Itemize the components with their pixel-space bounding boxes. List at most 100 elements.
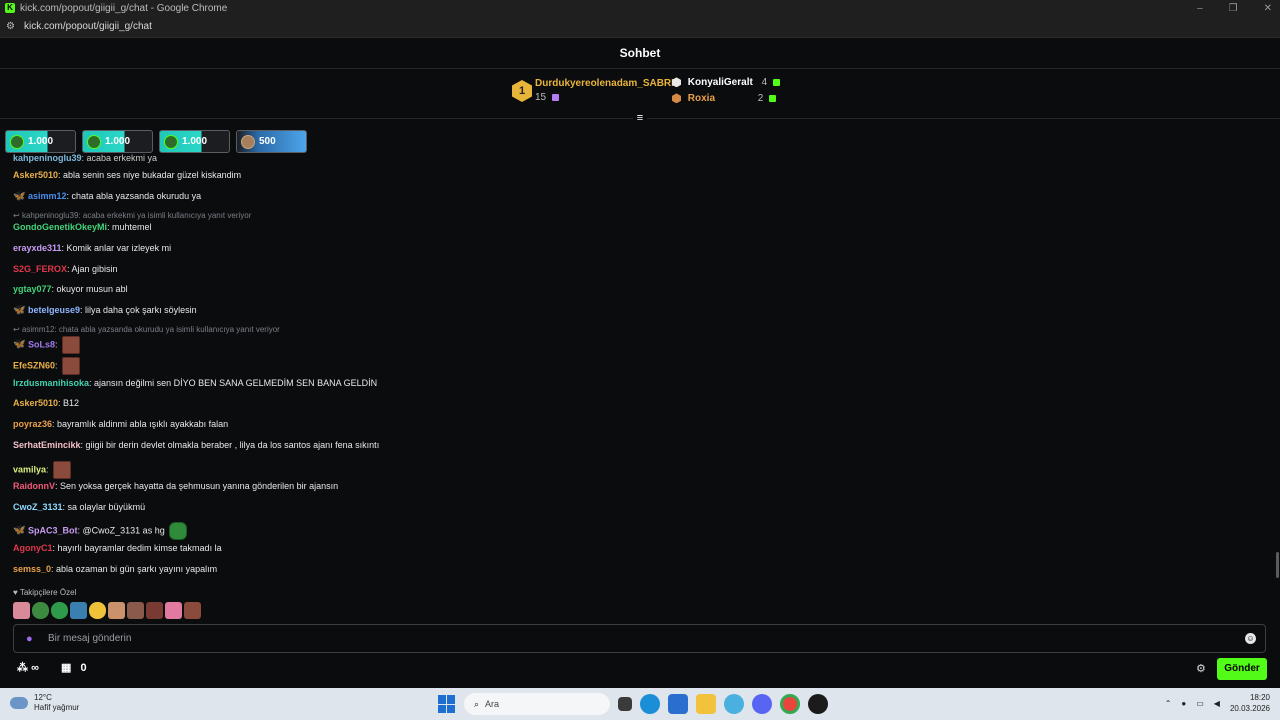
url-text[interactable]: kick.com/popout/giigii_g/chat xyxy=(24,21,152,32)
leader-2-row[interactable]: KonyaliGeralt 4 xyxy=(672,77,780,88)
gift-amount: 1.000 xyxy=(105,136,131,147)
discord-icon[interactable] xyxy=(752,694,772,714)
chat-username[interactable]: EfeSZN60 xyxy=(13,360,55,370)
leaderboard-collapse-icon[interactable]: ≡ xyxy=(633,112,647,124)
chat-username[interactable]: Asker5010 xyxy=(13,170,58,180)
points-value: ∞ xyxy=(31,662,39,674)
kick-logo-icon: K xyxy=(5,3,15,13)
avatar xyxy=(241,134,255,149)
chat-footer: ⁂ ∞ ▦ 0 ⚙ Gönder xyxy=(0,655,1280,685)
chat-username[interactable]: ygtay077 xyxy=(13,284,52,294)
reply-context: ↩ asimm12: chata abla yazsanda okurudu y… xyxy=(13,325,280,334)
chat-input[interactable]: Bir mesaj gönderin xyxy=(48,633,131,644)
emote-frog-icon[interactable] xyxy=(32,602,49,619)
chat-text: : okuyor musun abl xyxy=(51,284,128,294)
chat-message: kahpeninoglu39: acaba erkekmi ya xyxy=(13,153,157,163)
leader-1-name[interactable]: Durdukyereolenadam_SABRI xyxy=(535,78,674,89)
minimize-button[interactable]: – xyxy=(1197,3,1203,14)
chat-username[interactable]: GondoGenetikOkeyMi xyxy=(13,222,107,232)
emote-face-icon[interactable] xyxy=(108,602,125,619)
chat-messages[interactable]: kahpeninoglu39: acaba erkekmi ya Asker50… xyxy=(13,150,1263,620)
taskbar-search[interactable]: ⌕ Ara xyxy=(464,693,610,715)
avatar xyxy=(10,134,24,149)
leader-3-count: 2 xyxy=(757,93,764,104)
chrome-icon[interactable] xyxy=(780,694,800,714)
emote-icon[interactable] xyxy=(165,602,182,619)
emote-face-icon[interactable] xyxy=(184,602,201,619)
network-icon[interactable]: ▭ xyxy=(1196,699,1204,708)
chat-text: : abla senin ses niye bukadar güzel kisk… xyxy=(58,170,242,180)
chat-username[interactable]: asimm12 xyxy=(28,191,67,201)
channel-points[interactable]: ⁂ ∞ xyxy=(17,661,39,674)
reply-arrow-icon: ↩ xyxy=(13,325,22,334)
volume-icon[interactable]: ◀ xyxy=(1214,699,1220,708)
app-icon[interactable] xyxy=(724,694,744,714)
chat-settings-gear-icon[interactable]: ⚙ xyxy=(1196,662,1206,675)
chat-username[interactable]: SpAC3_Bot xyxy=(28,525,78,535)
chat-username[interactable]: SoLs8 xyxy=(28,339,55,349)
store-app-icon[interactable] xyxy=(668,694,688,714)
start-button-icon[interactable] xyxy=(438,695,456,713)
chat-message: RaidonnV: Sen yoksa gerçek hayatta da şe… xyxy=(13,481,338,491)
close-button[interactable]: ✕ xyxy=(1264,3,1272,14)
emote-face-icon xyxy=(61,336,80,354)
butterfly-badge-icon: 🦋 xyxy=(13,339,26,350)
avatar xyxy=(164,134,178,149)
site-info-icon[interactable]: ⚙ xyxy=(6,21,20,32)
reply-text: kahpeninoglu39: acaba erkekmi ya isimli … xyxy=(21,211,252,220)
emote-face-icon[interactable] xyxy=(127,602,144,619)
clock[interactable]: 18:20 20.03.2026 xyxy=(1230,692,1270,714)
weather-widget[interactable]: 12°C Hafif yağmur xyxy=(10,693,79,713)
chat-text: : lilya daha çok şarkı söylesin xyxy=(80,305,197,315)
chat-username[interactable]: SerhatEmincikk xyxy=(13,440,81,450)
emote-face-icon[interactable] xyxy=(146,602,163,619)
chat-username[interactable]: AgonyC1 xyxy=(13,543,53,553)
file-explorer-icon[interactable] xyxy=(696,694,716,714)
chat-text: : hayırlı bayramlar dedim kimse takmadı … xyxy=(52,543,222,553)
store-button[interactable]: ▦ 0 xyxy=(61,661,87,674)
chat-username[interactable]: CwoZ_3131 xyxy=(13,502,63,512)
window-controls: – ❐ ✕ xyxy=(1197,0,1272,16)
chat-message: 🦋 asimm12: chata abla yazsanda okurudu ya xyxy=(13,191,201,202)
microphone-tray-icon[interactable]: ● xyxy=(1181,699,1186,708)
task-view-icon[interactable] xyxy=(618,697,632,711)
search-icon: ⌕ xyxy=(474,698,480,709)
emote-face-icon xyxy=(52,461,71,479)
chat-username[interactable]: semss_0 xyxy=(13,564,51,574)
rank-2-medal-icon xyxy=(672,77,681,88)
gift-gem-icon xyxy=(772,78,780,86)
chat-username[interactable]: poyraz36 xyxy=(13,419,52,429)
leader-1-count-row: 15 xyxy=(535,92,559,103)
chat-username[interactable]: S2G_FEROX xyxy=(13,264,67,274)
chat-username[interactable]: Irzdusmanihisoka xyxy=(13,378,89,388)
chat-username[interactable]: kahpeninoglu39 xyxy=(13,153,82,163)
edge-browser-icon[interactable] xyxy=(640,694,660,714)
leader-3-row[interactable]: Roxia 2 xyxy=(672,93,777,104)
chat-input-box[interactable]: ● Bir mesaj gönderin ☺ xyxy=(13,624,1266,653)
chat-username[interactable]: erayxde311 xyxy=(13,243,62,253)
taskbar-search-input[interactable]: Ara xyxy=(485,699,499,709)
heart-icon: ♥ xyxy=(13,588,18,597)
chat-text: : sa olaylar büyükmü xyxy=(62,502,146,512)
chat-message: ygtay077: okuyor musun abl xyxy=(13,284,128,294)
emote-quick-bar xyxy=(13,602,201,619)
restore-button[interactable]: ❐ xyxy=(1229,3,1238,14)
emote-frog-icon[interactable] xyxy=(70,602,87,619)
emoji-picker-icon[interactable]: ☺ xyxy=(1245,633,1256,644)
gift-amount: 500 xyxy=(259,136,276,147)
chat-username[interactable]: RaidonnV xyxy=(13,481,55,491)
emote-icon[interactable] xyxy=(13,602,30,619)
microphone-icon[interactable]: ● xyxy=(26,633,36,645)
send-button[interactable]: Gönder xyxy=(1217,658,1267,680)
chat-username[interactable]: betelgeuse9 xyxy=(28,305,80,315)
chat-username[interactable]: vamilya xyxy=(13,464,46,474)
tray-chevron-up-icon[interactable]: ⌃ xyxy=(1165,699,1172,708)
chat-username[interactable]: Asker5010 xyxy=(13,398,58,408)
chat-message: Irzdusmanihisoka: ajansın değilmi sen Dİ… xyxy=(13,378,377,388)
emote-frog-icon[interactable] xyxy=(51,602,68,619)
emote-clap-icon[interactable] xyxy=(89,602,106,619)
avatar xyxy=(87,134,101,149)
app-icon[interactable] xyxy=(808,694,828,714)
chat-scrollbar[interactable] xyxy=(1276,552,1279,578)
address-bar[interactable]: ⚙ kick.com/popout/giigii_g/chat xyxy=(0,16,1280,38)
